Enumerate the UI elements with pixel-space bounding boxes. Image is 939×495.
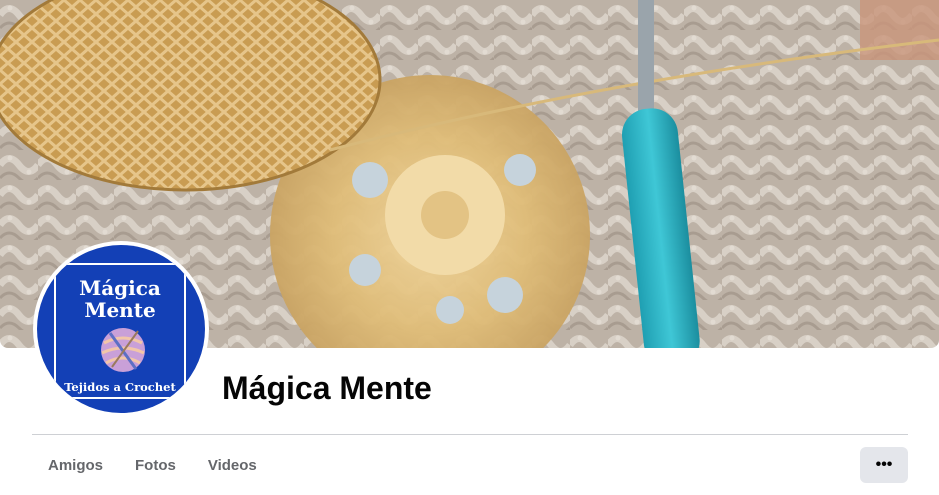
profile-logo: Mágica Mente Tejidos a Crochet: [37, 245, 205, 413]
logo-frame: Mágica Mente Tejidos a Crochet: [54, 263, 186, 399]
yarn-ball-icon: [101, 328, 145, 372]
logo-title-line2: Mente: [84, 298, 156, 322]
page-title: Mágica Mente: [222, 370, 432, 406]
logo-tagline: Tejidos a Crochet: [64, 380, 176, 394]
divider: [32, 434, 908, 435]
profile-tabs: Amigos Fotos Videos: [32, 446, 273, 486]
more-options-button[interactable]: •••: [860, 447, 908, 483]
logo-title-line1: Mágica: [79, 276, 161, 300]
tab-fotos[interactable]: Fotos: [119, 446, 192, 486]
profile-picture[interactable]: Mágica Mente Tejidos a Crochet: [33, 241, 209, 417]
more-horizontal-icon: •••: [875, 456, 893, 473]
tab-amigos[interactable]: Amigos: [32, 446, 119, 486]
tab-videos[interactable]: Videos: [192, 446, 273, 486]
